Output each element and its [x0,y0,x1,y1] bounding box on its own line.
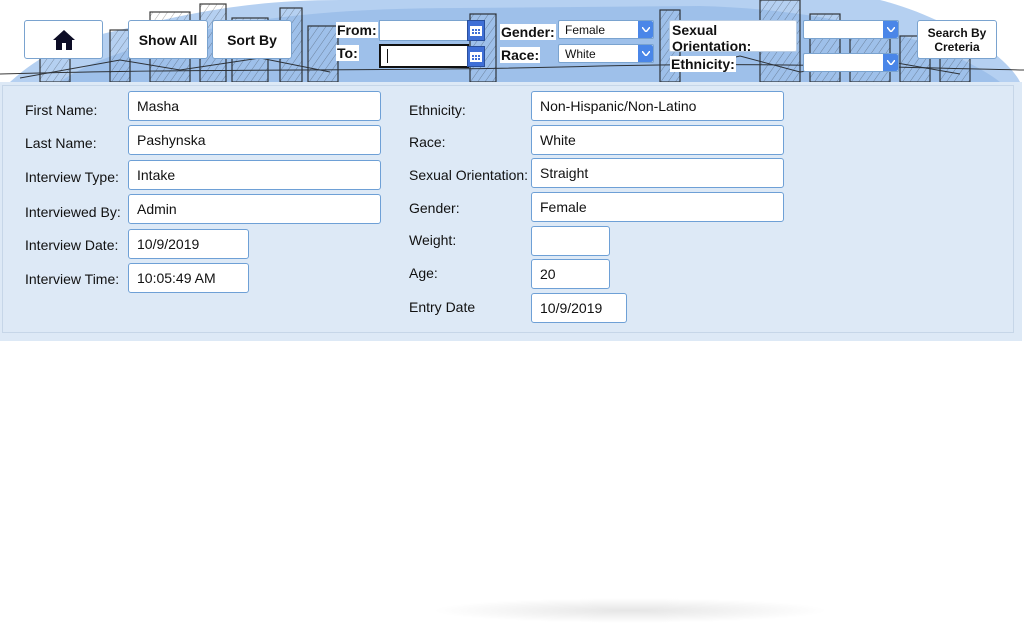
race-label: Race: [409,134,446,150]
chevron-down-icon [883,21,898,38]
interview-type-label: Interview Type: [25,169,119,185]
from-calendar-button[interactable] [467,20,485,41]
interview-date-label: Interview Date: [25,237,119,253]
gender-label: Gender: [409,200,460,216]
calendar-icon [470,51,482,62]
gender-select[interactable]: Female [558,20,654,39]
from-date-input[interactable] [379,20,469,41]
weight-field[interactable] [531,226,610,256]
sexual-orientation-field[interactable]: Straight [531,158,784,188]
ethnicity-label: Ethnicity: [409,102,466,118]
to-date-input[interactable] [379,44,469,68]
ethnicity-filter-label: Ethnicity: [670,56,736,72]
show-all-button[interactable]: Show All [128,20,208,59]
interviewed-by-label: Interviewed By: [25,204,121,220]
sort-by-button[interactable]: Sort By [212,20,292,59]
gender-select-value: Female [565,22,606,37]
interview-type-field[interactable]: Intake [128,160,381,190]
ethnicity-select[interactable] [803,53,899,72]
entry-date-field[interactable]: 10/9/2019 [531,293,627,323]
interviewed-by-field[interactable]: Admin [128,194,381,224]
from-label: From: [336,22,378,38]
sexual-orientation-filter-label: Sexual Orientation: [669,20,797,54]
race-field[interactable]: White [531,125,784,155]
home-icon [52,29,75,50]
chevron-down-icon [883,54,898,71]
header-toolbar: Show All Sort By From: To: Gender: Femal… [0,0,1024,82]
first-name-field[interactable]: Masha [128,91,381,121]
race-select[interactable]: White [558,44,654,63]
first-name-label: First Name: [25,102,98,118]
calendar-icon [470,25,482,36]
age-field[interactable]: 20 [531,259,610,289]
gender-filter-label: Gender: [500,24,556,40]
search-by-criteria-button[interactable]: Search By Creteria [917,20,997,59]
race-filter-label: Race: [500,47,541,63]
home-button[interactable] [24,20,103,59]
last-name-field[interactable]: Pashynska [128,125,381,155]
interview-date-field[interactable]: 10/9/2019 [128,229,249,259]
sexual-orientation-label: Sexual Orientation: [409,167,529,183]
chevron-down-icon [638,45,653,62]
interview-time-field[interactable]: 10:05:49 AM [128,263,249,293]
race-select-value: White [565,46,596,61]
to-calendar-button[interactable] [467,46,485,67]
ethnicity-field[interactable]: Non-Hispanic/Non-Latino [531,91,784,121]
gender-field[interactable]: Female [531,192,784,222]
last-name-label: Last Name: [25,135,97,151]
interview-time-label: Interview Time: [25,271,120,287]
weight-label: Weight: [409,232,457,248]
to-label: To: [336,45,359,61]
sexual-orientation-select[interactable] [803,20,899,39]
bottom-shadow [430,598,830,623]
text-cursor [387,49,388,63]
age-label: Age: [409,265,438,281]
chevron-down-icon [638,21,653,38]
entry-date-label: Entry Date [409,299,476,315]
